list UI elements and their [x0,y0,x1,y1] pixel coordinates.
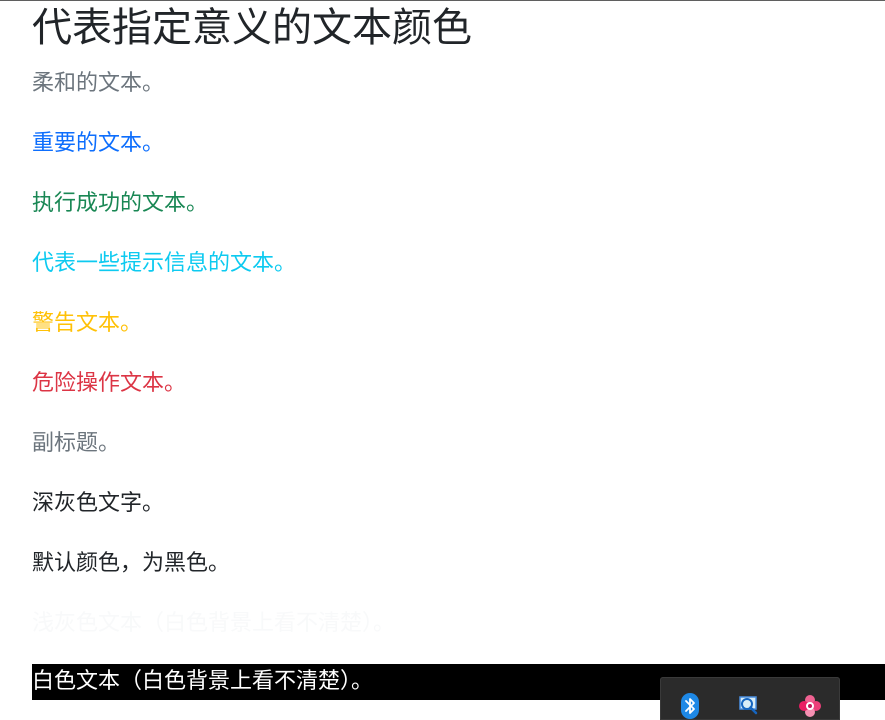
page-title: 代表指定意义的文本颜色 [32,5,472,51]
system-tray-popup [660,677,840,720]
search-icon[interactable] [736,693,762,719]
text-muted: 柔和的文本。 [32,71,165,96]
text-light: 浅灰色文本（白色背景上看不清楚）。 [32,611,396,636]
text-danger: 危险操作文本。 [32,371,187,396]
text-body: 默认颜色，为黑色。 [32,551,231,576]
text-primary: 重要的文本。 [32,131,165,156]
text-success: 执行成功的文本。 [32,191,209,216]
app-flower-icon[interactable] [797,693,823,719]
text-warning: 警告文本。 [32,311,143,336]
text-info: 代表一些提示信息的文本。 [32,251,297,276]
text-dark: 深灰色文字。 [32,491,165,516]
content-container: 代表指定意义的文本颜色 柔和的文本。 重要的文本。 执行成功的文本。 代表一些提… [32,0,885,636]
text-secondary: 副标题。 [32,431,121,456]
text-white: 白色文本（白色背景上看不清楚）。 [32,669,374,694]
bluetooth-icon[interactable] [677,693,703,719]
